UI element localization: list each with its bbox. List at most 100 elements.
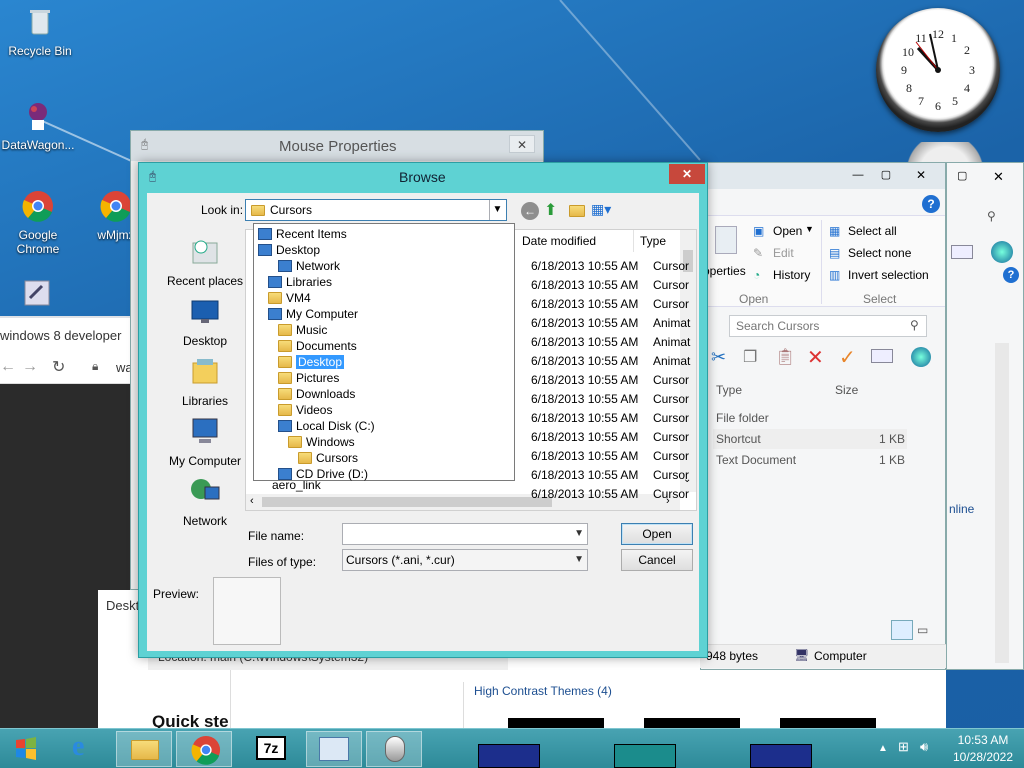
mouse-properties-close-button[interactable]: ✕ [509, 135, 535, 153]
scrollbar-thumb[interactable] [262, 497, 552, 507]
open-button[interactable]: Open [773, 224, 802, 238]
history-button[interactable]: History [773, 268, 810, 282]
file-row-date[interactable]: 6/18/2013 10:55 AM [531, 390, 638, 409]
dropdown-item[interactable]: Cursors [298, 450, 358, 466]
close-button[interactable]: ✕ [993, 169, 1004, 185]
thumbnails-view-icon[interactable]: ▭ [917, 623, 928, 637]
back-icon[interactable]: ← [521, 202, 539, 220]
file-row-type[interactable]: Cursor [653, 371, 689, 390]
search-input[interactable]: Search Cursors [736, 319, 819, 333]
dropdown-item[interactable]: VM4 [268, 290, 311, 306]
maximize-button[interactable]: ▢ [957, 169, 967, 182]
file-row-date[interactable]: 6/18/2013 10:55 AM [531, 257, 638, 276]
file-row-type[interactable]: Animat [653, 352, 690, 371]
clock-gadget[interactable]: 12 1 2 3 4 5 6 7 8 9 10 11 [876, 8, 1000, 132]
file-row-date[interactable]: 6/18/2013 10:55 AM [531, 485, 638, 504]
desktop-icon-datawagon[interactable]: DataWagon... [0, 100, 76, 152]
file-row-type[interactable]: Cursor [653, 276, 689, 295]
dropdown-item[interactable]: Desktop [278, 354, 346, 370]
globe-icon[interactable] [991, 241, 1013, 263]
start-button[interactable] [0, 731, 52, 767]
properties-icon[interactable] [715, 226, 737, 254]
table-row[interactable]: File folder [713, 409, 907, 427]
taskbar-internet-explorer[interactable]: e [58, 731, 114, 767]
checkmark-icon[interactable]: ✓ [839, 345, 856, 370]
volume-icon[interactable]: 🔊︎ [920, 739, 928, 755]
open-button[interactable]: Open [621, 523, 693, 545]
online-link[interactable]: nline [949, 502, 974, 516]
file-row-type[interactable]: Cursor [653, 295, 689, 314]
rename-icon[interactable] [951, 245, 973, 259]
table-row[interactable]: Text Document 1 KB [713, 451, 907, 469]
up-folder-icon[interactable]: ⬆ [544, 200, 557, 220]
close-button[interactable]: ✕ [903, 167, 939, 183]
scrollbar[interactable] [995, 343, 1009, 663]
desktop-shortcut-icon[interactable] [22, 278, 52, 308]
column-header-type[interactable]: Type [636, 230, 680, 252]
search-icon[interactable]: ⚲ [910, 318, 919, 332]
chevron-down-icon[interactable]: ▼ [805, 224, 814, 234]
file-row-date[interactable]: 6/18/2013 10:55 AM [531, 428, 638, 447]
file-row-type[interactable]: Cursor [653, 409, 689, 428]
dropdown-item[interactable]: Pictures [278, 370, 339, 386]
chevron-up-icon[interactable]: ▲ [878, 743, 888, 754]
file-row-date[interactable]: 6/18/2013 10:55 AM [531, 371, 638, 390]
file-row-type[interactable]: Cursor [653, 390, 689, 409]
file-row-type[interactable]: Cursor [653, 257, 689, 276]
copy-icon[interactable]: ❐ [743, 347, 757, 367]
file-row-date[interactable]: 6/18/2013 10:55 AM [531, 466, 638, 485]
maximize-button[interactable]: ▢ [873, 167, 899, 183]
cancel-button[interactable]: Cancel [621, 549, 693, 571]
rename-icon[interactable] [871, 349, 893, 363]
file-name-input[interactable]: ▼ [342, 523, 588, 545]
chrome-tab[interactable]: windows 8 developer [0, 318, 132, 352]
taskbar-7zip[interactable]: 7z [244, 731, 300, 767]
search-icon[interactable]: ⚲ [987, 209, 996, 223]
high-contrast-themes-heading[interactable]: High Contrast Themes (4) [474, 684, 612, 698]
dropdown-item[interactable]: CD Drive (D:) [278, 466, 368, 482]
paste-icon[interactable]: 📋︎ [775, 347, 795, 367]
clock-date[interactable]: 10/28/2022 [948, 750, 1018, 764]
dropdown-item[interactable]: Downloads [278, 386, 355, 402]
file-row-type[interactable]: Cursor [653, 447, 689, 466]
dropdown-item[interactable]: Recent Items [258, 226, 347, 242]
help-icon[interactable]: ? [922, 195, 940, 213]
browse-close-button[interactable]: ✕ [669, 164, 705, 184]
details-view-icon[interactable] [891, 620, 913, 640]
column-header-type[interactable]: Type [716, 383, 742, 397]
file-row-type[interactable]: Cursor [653, 485, 689, 504]
files-of-type-select[interactable]: Cursors (*.ani, *.cur) ▼ [342, 549, 588, 571]
place-recent-places[interactable]: Recent places [155, 235, 255, 288]
invert-selection-button[interactable]: Invert selection [848, 268, 929, 282]
file-row-type[interactable]: Animat [653, 333, 690, 352]
file-row-date[interactable]: 6/18/2013 10:55 AM [531, 352, 638, 371]
taskbar-control-panel[interactable] [306, 731, 362, 767]
taskbar-file-explorer[interactable] [116, 731, 172, 767]
place-desktop[interactable]: Desktop [155, 295, 255, 348]
taskbar-chrome[interactable] [176, 731, 232, 767]
file-row-date[interactable]: 6/18/2013 10:55 AM [531, 447, 638, 466]
dropdown-item[interactable]: Videos [278, 402, 332, 418]
chevron-down-icon[interactable]: ▼ [574, 524, 584, 544]
chevron-down-icon[interactable]: ▼ [574, 550, 584, 570]
minimize-button[interactable]: — [845, 167, 871, 183]
view-menu-icon[interactable]: ▦▾ [591, 201, 611, 218]
file-row-date[interactable]: 6/18/2013 10:55 AM [531, 333, 638, 352]
dropdown-item[interactable]: Windows [288, 434, 355, 450]
clock-time[interactable]: 10:53 AM [948, 733, 1018, 747]
file-row-type[interactable]: Cursor [653, 466, 689, 485]
desktop-icon-recycle-bin[interactable]: Recycle Bin [2, 6, 78, 58]
desktop-icon-google-chrome[interactable]: Google Chrome [0, 190, 76, 256]
delete-icon[interactable]: ✕ [807, 345, 824, 370]
cut-icon[interactable]: ✂ [711, 347, 726, 368]
chevron-down-icon[interactable]: ▼ [489, 200, 505, 220]
place-my-computer[interactable]: My Computer [155, 415, 255, 468]
file-row-type[interactable]: Cursor [653, 428, 689, 447]
file-row-date[interactable]: 6/18/2013 10:55 AM [531, 409, 638, 428]
dropdown-item[interactable]: Local Disk (C:) [278, 418, 375, 434]
table-row[interactable]: Shortcut 1 KB [713, 429, 907, 449]
look-in-dropdown-list[interactable]: Recent Items Desktop Network Libraries VM4 My… [253, 223, 515, 481]
dropdown-item[interactable]: Music [278, 322, 327, 338]
dropdown-item[interactable]: Libraries [268, 274, 332, 290]
place-network[interactable]: Network [155, 475, 255, 528]
